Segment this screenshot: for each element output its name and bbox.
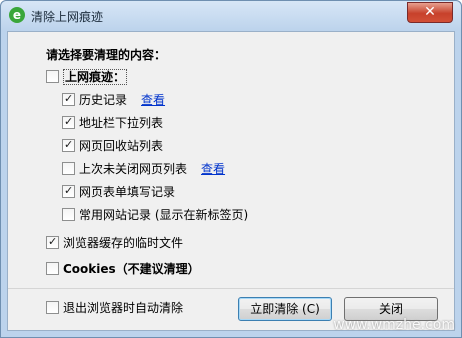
- title-bar[interactable]: e 清除上网痕迹 ✕: [1, 1, 461, 31]
- checkbox-browsing-traces[interactable]: 上网痕迹：: [46, 68, 128, 86]
- checkbox-recycle-bin-list[interactable]: 网页回收站列表: [62, 136, 164, 155]
- recycle-bin-checkbox-box[interactable]: [62, 136, 75, 154]
- watermark: www.wmzhe.com: [333, 317, 455, 333]
- section-heading: 请选择要清理的内容：: [46, 48, 167, 62]
- frequent-sites-checkbox-box[interactable]: [62, 208, 75, 221]
- unclosed-pages-checkbox-box[interactable]: [62, 162, 75, 175]
- browsing-traces-checkbox-box[interactable]: [46, 70, 59, 83]
- checkbox-address-bar-dropdown[interactable]: 地址栏下拉列表: [62, 113, 164, 132]
- temp-files-checkbox-box[interactable]: [46, 233, 59, 251]
- checkbox-form-records[interactable]: 网页表单填写记录: [62, 182, 176, 201]
- browsing-traces-label: 上网痕迹：: [63, 69, 128, 85]
- window-title: 清除上网痕迹: [31, 10, 104, 24]
- temp-files-label: 浏览器缓存的临时文件: [63, 236, 184, 250]
- history-checkbox-box[interactable]: [62, 90, 75, 108]
- frequent-sites-label: 常用网站记录 (显示在新标签页): [79, 208, 249, 222]
- close-window-button[interactable]: ✕: [407, 2, 453, 23]
- unclosed-pages-label: 上次未关闭网页列表: [79, 162, 188, 176]
- form-records-label: 网页表单填写记录: [79, 185, 176, 199]
- browser-logo-icon: e: [9, 7, 25, 23]
- history-view-link[interactable]: 查看: [141, 93, 165, 107]
- footer-divider: [8, 288, 454, 289]
- checkbox-auto-clear-on-exit[interactable]: 退出浏览器时自动清除: [46, 299, 183, 317]
- unclosed-pages-view-link[interactable]: 查看: [201, 162, 225, 176]
- dialog-body: 请选择要清理的内容： 上网痕迹： 历史记录查看 地址栏下拉列表 网页回收站列表 …: [7, 31, 455, 331]
- checkbox-temp-files[interactable]: 浏览器缓存的临时文件: [46, 233, 184, 252]
- cookies-label: Cookies（不建议清理）: [63, 262, 200, 276]
- address-bar-checkbox-box[interactable]: [62, 113, 75, 131]
- auto-clear-label: 退出浏览器时自动清除: [63, 301, 184, 315]
- auto-clear-checkbox-box[interactable]: [46, 301, 59, 314]
- address-bar-label: 地址栏下拉列表: [79, 116, 164, 130]
- clear-now-button[interactable]: 立即清除 (C): [238, 297, 332, 321]
- history-label: 历史记录: [79, 93, 128, 107]
- recycle-bin-label: 网页回收站列表: [79, 139, 164, 153]
- form-records-checkbox-box[interactable]: [62, 182, 75, 200]
- checkbox-cookies[interactable]: Cookies（不建议清理）: [46, 260, 200, 278]
- checkbox-unclosed-pages[interactable]: 上次未关闭网页列表 查看: [62, 160, 225, 178]
- dialog-window: e 清除上网痕迹 ✕ 请选择要清理的内容： 上网痕迹： 历史记录查看 地址栏下拉…: [0, 0, 462, 338]
- checkbox-frequent-sites[interactable]: 常用网站记录 (显示在新标签页): [62, 206, 248, 224]
- cookies-checkbox-box[interactable]: [46, 262, 59, 275]
- checkbox-history[interactable]: 历史记录查看: [62, 90, 165, 109]
